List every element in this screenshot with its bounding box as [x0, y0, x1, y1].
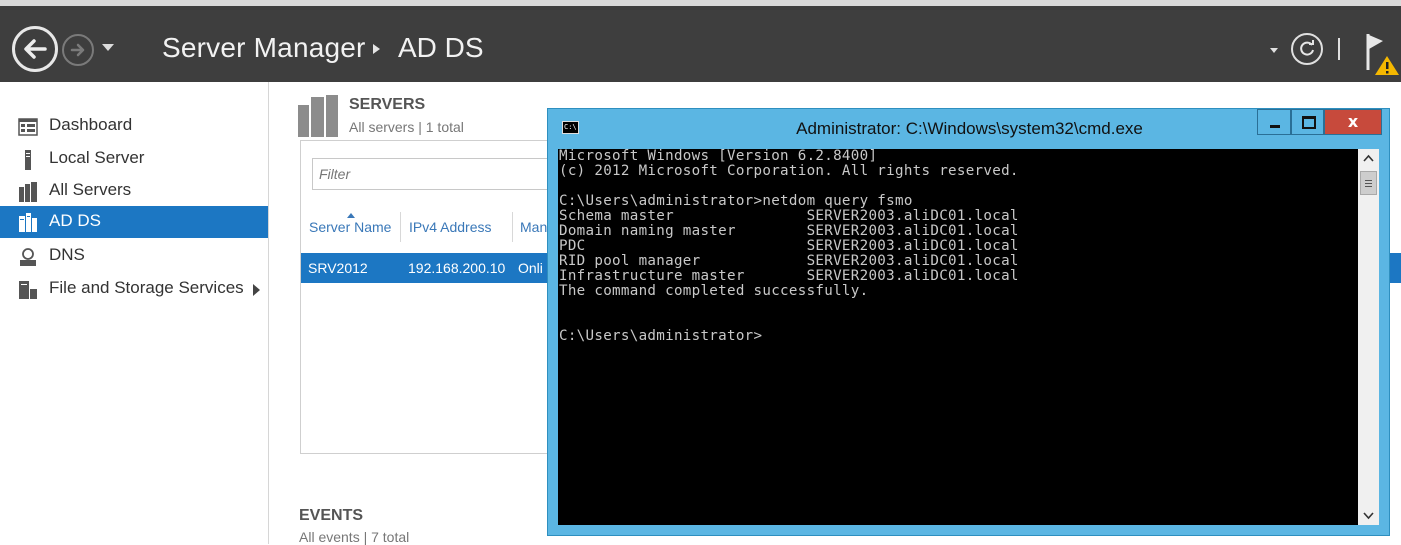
column-header-ipv4-address[interactable]: IPv4 Address [409, 219, 492, 235]
events-section-subtitle: All events | 7 total [299, 529, 410, 545]
refresh-dropdown-icon[interactable] [1270, 48, 1278, 53]
breadcrumb-separator-icon [373, 44, 380, 54]
dashboard-icon [18, 118, 38, 136]
sidebar: Dashboard Local Server All Servers AD DS… [0, 82, 269, 544]
events-section-title: EVENTS [299, 507, 364, 524]
sidebar-item-label: All Servers [49, 180, 132, 199]
console-line: Infrastructure master SERVER2003.aliDC01… [559, 268, 1019, 284]
scroll-down-button[interactable] [1358, 507, 1379, 525]
title-bar: Server Manager AD DS [0, 0, 1401, 82]
arrow-left-icon [24, 39, 47, 59]
filter-field[interactable] [312, 158, 562, 190]
chevron-down-icon [1363, 512, 1374, 520]
chevron-right-icon[interactable] [253, 284, 260, 296]
cell-ipv4-address: 192.168.200.10 [408, 260, 506, 276]
scroll-up-button[interactable] [1358, 149, 1379, 167]
console-line: PDC SERVER2003.aliDC01.local [559, 238, 1019, 254]
console-output[interactable]: Microsoft Windows [Version 6.2.8400] (c) … [558, 149, 1358, 525]
history-dropdown-icon[interactable] [102, 44, 114, 51]
cell-server-name: SRV2012 [308, 260, 368, 276]
sidebar-item-label: DNS [49, 245, 85, 264]
sidebar-item-all-servers[interactable]: All Servers [0, 175, 268, 207]
column-header-server-name[interactable]: Server Name [309, 219, 391, 235]
column-divider[interactable] [512, 212, 513, 242]
console-line: Schema master SERVER2003.aliDC01.local [559, 208, 1019, 224]
toolbar-divider [1338, 38, 1340, 60]
storage-icon [19, 281, 37, 299]
minimize-button[interactable] [1257, 109, 1291, 135]
sidebar-item-dashboard[interactable]: Dashboard [0, 110, 268, 142]
console-line: Domain naming master SERVER2003.aliDC01.… [559, 223, 1019, 239]
back-button[interactable] [12, 26, 58, 72]
console-line: C:\Users\administrator> [559, 328, 763, 344]
local-server-icon [25, 150, 31, 170]
servers-section-subtitle: All servers | 1 total [349, 119, 464, 135]
sidebar-item-label: Local Server [49, 148, 145, 167]
column-header-manageability[interactable]: Man [520, 219, 547, 235]
servers-section-title: SERVERS [349, 96, 426, 113]
app-title: Server Manager [162, 32, 366, 63]
sidebar-item-ad-ds[interactable]: AD DS [0, 206, 268, 238]
close-button[interactable]: x [1324, 109, 1382, 135]
cmd-window[interactable]: C:\ Administrator: C:\Windows\system32\c… [547, 108, 1390, 536]
chevron-up-icon [1363, 154, 1374, 162]
console-line: (c) 2012 Microsoft Corporation. All righ… [559, 163, 1019, 179]
refresh-button[interactable] [1291, 33, 1323, 65]
all-servers-icon [19, 182, 37, 202]
console-text: Microsoft Windows [Version 6.2.8400] (c) … [558, 149, 1358, 344]
sidebar-item-dns[interactable]: DNS [0, 240, 268, 272]
forward-button[interactable] [62, 34, 94, 66]
sidebar-item-label: AD DS [49, 211, 101, 230]
arrow-right-icon [70, 43, 85, 57]
dns-icon [20, 248, 36, 266]
breadcrumb-current: AD DS [398, 32, 484, 63]
maximize-button[interactable] [1291, 109, 1324, 135]
close-icon: x [1347, 112, 1359, 131]
scroll-thumb[interactable] [1360, 171, 1377, 195]
ad-ds-icon [19, 213, 37, 232]
vertical-scrollbar[interactable] [1358, 149, 1379, 525]
servers-tile-icon [298, 95, 338, 137]
sidebar-item-label: Dashboard [49, 115, 133, 134]
sidebar-item-label: File and Storage Services [49, 278, 244, 297]
console-line: The command completed successfully. [559, 283, 869, 299]
refresh-icon [1300, 40, 1314, 56]
column-divider[interactable] [400, 212, 401, 242]
sidebar-item-file-and-storage-services[interactable]: File and Storage Services [0, 273, 268, 305]
filter-input[interactable] [317, 159, 551, 189]
notifications-flag-icon[interactable] [1365, 30, 1401, 76]
console-line: RID pool manager SERVER2003.aliDC01.loca… [559, 253, 1019, 269]
sidebar-item-local-server[interactable]: Local Server [0, 143, 268, 175]
cell-manageability: Onli [518, 260, 543, 276]
console-line: C:\Users\administrator>netdom query fsmo [559, 193, 913, 209]
sort-ascending-icon [347, 213, 355, 218]
console-line: Microsoft Windows [Version 6.2.8400] [559, 149, 878, 164]
